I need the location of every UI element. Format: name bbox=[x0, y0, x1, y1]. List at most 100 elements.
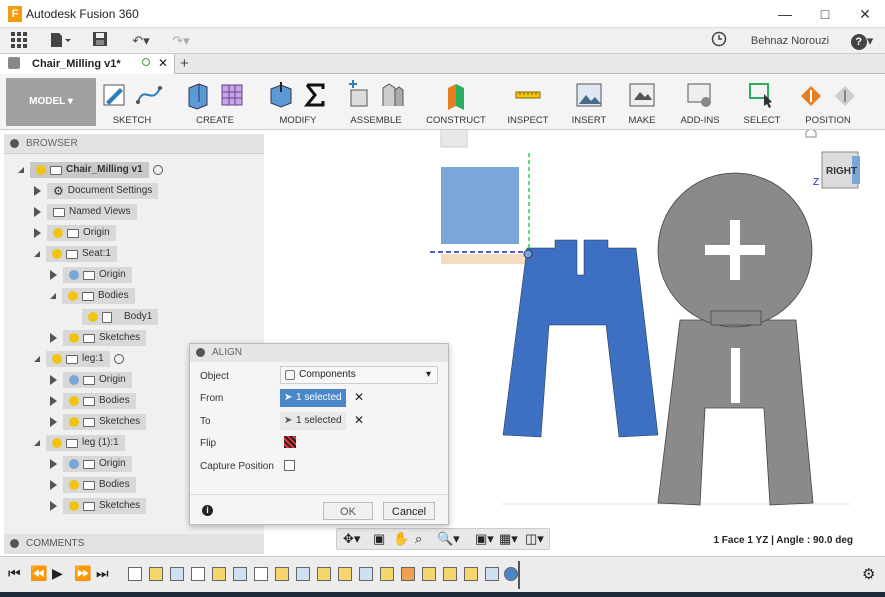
from-selection-button[interactable]: ➤ 1 selected bbox=[280, 389, 346, 407]
sketch-group[interactable]: SKETCH bbox=[98, 76, 166, 128]
expand-arrow-icon[interactable] bbox=[50, 396, 57, 406]
assemble-group[interactable]: ASSEMBLE bbox=[340, 76, 412, 128]
tree-node-leg1-origin[interactable]: Origin bbox=[50, 455, 132, 473]
timeline-settings-gear-icon[interactable]: ⚙ bbox=[862, 565, 875, 583]
tree-node-named-views[interactable]: Named Views bbox=[34, 203, 137, 221]
capture-position-checkbox[interactable] bbox=[284, 460, 295, 471]
look-at-icon[interactable]: ▣ bbox=[373, 531, 385, 547]
pan-hand-icon[interactable]: ✋ bbox=[393, 531, 409, 547]
timeline-position-icon[interactable] bbox=[401, 567, 415, 581]
visibility-bulb-icon[interactable] bbox=[69, 396, 79, 406]
timeline-sketch-icon[interactable] bbox=[275, 567, 289, 581]
visibility-bulb-icon[interactable] bbox=[52, 249, 62, 259]
close-button[interactable]: ✕ bbox=[845, 2, 885, 26]
timeline-extrude-icon[interactable] bbox=[296, 567, 310, 581]
timeline-sketch-icon[interactable] bbox=[212, 567, 226, 581]
activate-radio-icon[interactable] bbox=[152, 165, 163, 175]
expand-arrow-icon[interactable] bbox=[34, 228, 41, 238]
redo-icon[interactable]: ↷▾ bbox=[166, 31, 196, 51]
expand-arrow-icon[interactable] bbox=[50, 480, 57, 490]
timeline-sketch-icon[interactable] bbox=[317, 567, 331, 581]
visibility-bulb-icon[interactable] bbox=[88, 312, 98, 322]
make-group[interactable]: MAKE bbox=[620, 76, 664, 128]
inspect-group[interactable]: INSPECT bbox=[500, 76, 556, 128]
data-panel-grid-icon[interactable] bbox=[8, 31, 30, 51]
timeline-sketch-icon[interactable] bbox=[380, 567, 394, 581]
collapse-dialog-icon[interactable] bbox=[196, 348, 205, 357]
tree-node-seat[interactable]: Seat:1 bbox=[34, 245, 117, 263]
maximize-button[interactable]: □ bbox=[805, 2, 845, 26]
timeline-joint-icon[interactable] bbox=[504, 567, 518, 581]
close-tab-icon[interactable]: ✕ bbox=[158, 56, 168, 70]
expand-arrow-icon[interactable] bbox=[50, 459, 57, 469]
tree-node-body1[interactable]: Body1 bbox=[82, 308, 159, 326]
grid-settings-icon[interactable]: ▦▾ bbox=[499, 531, 518, 547]
zoom-icon[interactable]: ⌕ bbox=[415, 531, 422, 547]
cancel-button[interactable]: Cancel bbox=[383, 502, 435, 520]
selected-leg-body[interactable] bbox=[502, 239, 659, 438]
create-group[interactable]: CREATE bbox=[176, 76, 254, 128]
flip-manipulator[interactable] bbox=[440, 130, 468, 148]
expand-arrow-icon[interactable] bbox=[34, 356, 40, 362]
expand-arrow-icon[interactable] bbox=[34, 251, 40, 257]
tree-node-seat-sketches[interactable]: Sketches bbox=[50, 329, 147, 347]
step-forward-icon[interactable]: ⏩ bbox=[74, 565, 91, 582]
tree-node-leg-origin[interactable]: Origin bbox=[50, 371, 132, 389]
go-to-end-icon[interactable]: ⏭ bbox=[96, 565, 109, 582]
collapse-panel-icon[interactable] bbox=[10, 139, 19, 148]
workspace-switcher[interactable]: MODEL ▾ bbox=[6, 78, 96, 126]
minimize-button[interactable]: — bbox=[765, 2, 805, 26]
timeline-component-icon[interactable] bbox=[191, 567, 205, 581]
activate-radio-icon[interactable] bbox=[113, 354, 124, 364]
expand-arrow-icon[interactable] bbox=[50, 375, 57, 385]
visibility-bulb-icon[interactable] bbox=[69, 270, 79, 280]
expand-arrow-icon[interactable] bbox=[18, 167, 24, 173]
tree-node-origin[interactable]: Origin bbox=[34, 224, 116, 242]
display-settings-icon[interactable]: ▣▾ bbox=[475, 531, 494, 547]
document-tab[interactable]: Chair_Milling v1* ✕ bbox=[0, 54, 175, 74]
tree-node-leg1-bodies[interactable]: Bodies bbox=[50, 476, 136, 494]
expand-arrow-icon[interactable] bbox=[50, 333, 57, 343]
play-icon[interactable]: ▶ bbox=[52, 565, 63, 582]
timeline-extrude-icon[interactable] bbox=[359, 567, 373, 581]
leg-body-gray[interactable] bbox=[657, 319, 814, 506]
position-group[interactable]: POSITION bbox=[796, 76, 860, 128]
new-tab-button[interactable]: + bbox=[180, 55, 189, 72]
visibility-bulb-icon[interactable] bbox=[69, 375, 79, 385]
timeline-sketch-icon[interactable] bbox=[422, 567, 436, 581]
tree-node-leg-1[interactable]: leg (1):1 bbox=[34, 434, 125, 452]
visibility-bulb-icon[interactable] bbox=[36, 165, 46, 175]
undo-icon[interactable]: ↶▾ bbox=[126, 31, 156, 51]
comments-panel-header[interactable]: COMMENTS bbox=[4, 534, 264, 554]
align-dialog-header[interactable]: ALIGN bbox=[190, 344, 448, 362]
viewports-icon[interactable]: ◫▾ bbox=[525, 531, 544, 547]
step-back-icon[interactable]: ⏪ bbox=[30, 565, 47, 582]
tree-node-leg-bodies[interactable]: Bodies bbox=[50, 392, 136, 410]
browser-header[interactable]: BROWSER bbox=[4, 134, 264, 154]
visibility-bulb-icon[interactable] bbox=[69, 501, 79, 511]
expand-comments-icon[interactable] bbox=[10, 539, 19, 548]
clear-to-icon[interactable]: ✕ bbox=[354, 413, 364, 427]
tree-node-root[interactable]: Chair_Milling v1 bbox=[18, 161, 163, 179]
tree-node-seat-bodies[interactable]: Bodies bbox=[50, 287, 135, 305]
timeline-sketch-icon[interactable] bbox=[464, 567, 478, 581]
timeline-extrude-icon[interactable] bbox=[485, 567, 499, 581]
expand-arrow-icon[interactable] bbox=[50, 270, 57, 280]
visibility-bulb-icon[interactable] bbox=[68, 291, 78, 301]
expand-arrow-icon[interactable] bbox=[50, 293, 56, 299]
visibility-bulb-icon[interactable] bbox=[53, 228, 63, 238]
flip-toggle-icon[interactable] bbox=[284, 436, 296, 448]
tree-node-document-settings[interactable]: ⚙ Document Settings bbox=[34, 182, 159, 200]
info-icon[interactable]: i bbox=[202, 505, 213, 516]
modify-group[interactable]: MODIFY bbox=[262, 76, 334, 128]
expand-arrow-icon[interactable] bbox=[50, 501, 57, 511]
timeline-extrude-icon[interactable] bbox=[233, 567, 247, 581]
timeline-sketch-icon[interactable] bbox=[149, 567, 163, 581]
expand-arrow-icon[interactable] bbox=[34, 186, 41, 196]
visibility-bulb-icon[interactable] bbox=[52, 354, 62, 364]
tree-node-seat-origin[interactable]: Origin bbox=[50, 266, 132, 284]
timeline-extrude-icon[interactable] bbox=[170, 567, 184, 581]
viewcube[interactable]: RIGHT Z bbox=[805, 130, 860, 189]
visibility-bulb-icon[interactable] bbox=[69, 459, 79, 469]
user-account-menu[interactable]: Behnaz Norouzi ▾ bbox=[750, 31, 830, 67]
